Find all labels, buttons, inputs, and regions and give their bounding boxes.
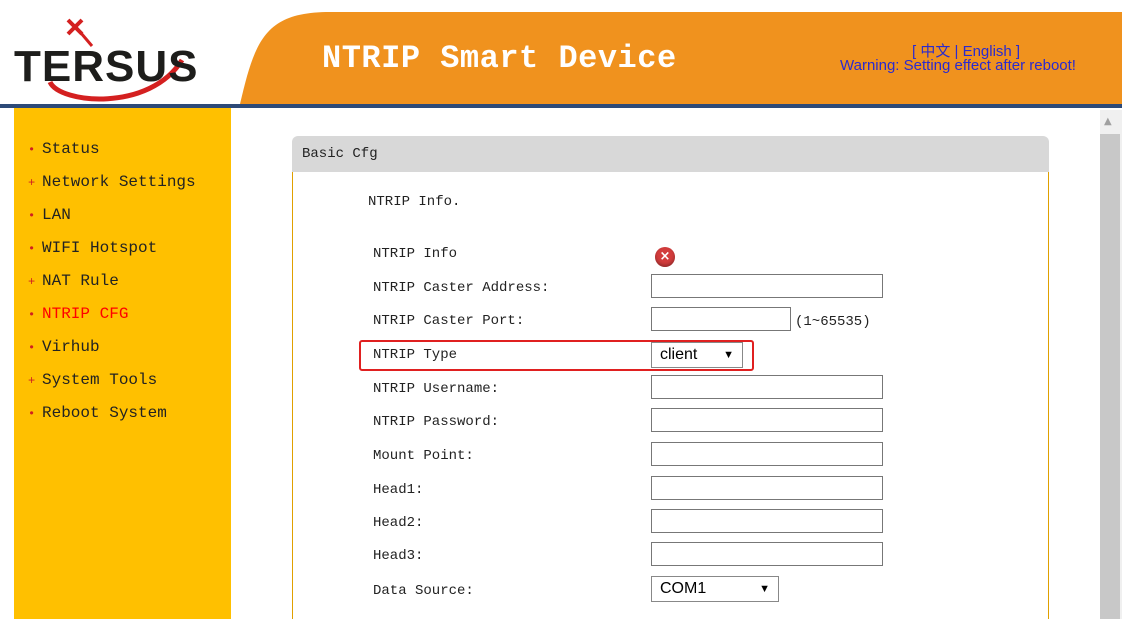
- sidebar-item-status[interactable]: • Status: [28, 140, 196, 173]
- data-source-select[interactable]: COM1 ▼: [651, 576, 779, 602]
- mount-point-label: Mount Point:: [373, 448, 474, 464]
- expand-plus-icon: +: [28, 374, 36, 388]
- logo-text: TERSUS: [14, 42, 199, 91]
- highlight-box: [359, 340, 754, 371]
- sidebar-item-label: LAN: [42, 206, 71, 224]
- scrollbar-thumb[interactable]: [1100, 134, 1120, 619]
- sidebar-item-virhub[interactable]: • Virhub: [28, 338, 196, 371]
- panel-header: Basic Cfg: [292, 136, 1049, 172]
- reboot-warning: Warning: Setting effect after reboot!: [840, 57, 1076, 74]
- expand-plus-icon: +: [28, 275, 36, 289]
- port-range-hint: (1~65535): [795, 314, 871, 330]
- sidebar-item-label: WIFI Hotspot: [42, 239, 158, 257]
- sidebar-item-label: Network Settings: [42, 173, 196, 191]
- data-source-label: Data Source:: [373, 583, 474, 599]
- sidebar-item-nat-rule[interactable]: + NAT Rule: [28, 272, 196, 305]
- head1-input[interactable]: [651, 476, 883, 500]
- bullet-icon: •: [28, 143, 36, 157]
- sidebar-item-lan[interactable]: • LAN: [28, 206, 196, 239]
- bullet-icon: •: [28, 308, 36, 322]
- password-label: NTRIP Password:: [373, 414, 500, 430]
- panel-title: Basic Cfg: [302, 146, 378, 162]
- username-input[interactable]: [651, 375, 883, 399]
- sidebar-item-system-tools[interactable]: + System Tools: [28, 371, 196, 404]
- caster-port-input[interactable]: [651, 307, 791, 331]
- scroll-up-arrow-icon[interactable]: ▲: [1104, 116, 1112, 127]
- sidebar-item-label: NAT Rule: [42, 272, 119, 290]
- sidebar-item-label: Reboot System: [42, 404, 167, 422]
- sidebar-item-label: System Tools: [42, 371, 158, 389]
- head1-label: Head1:: [373, 482, 424, 498]
- sidebar-item-reboot-system[interactable]: • Reboot System: [28, 404, 196, 437]
- data-source-value: COM1: [660, 580, 707, 597]
- sidebar-item-label: NTRIP CFG: [42, 305, 129, 323]
- head2-label: Head2:: [373, 515, 424, 531]
- sidebar-item-label: Virhub: [42, 338, 100, 356]
- error-status-icon: ×: [655, 247, 675, 267]
- sidebar-item-label: Status: [42, 140, 100, 158]
- ntrip-info-label: NTRIP Info: [373, 246, 458, 262]
- caster-port-label: NTRIP Caster Port:: [373, 313, 525, 329]
- password-input[interactable]: [651, 408, 883, 432]
- username-label: NTRIP Username:: [373, 381, 500, 397]
- head3-label: Head3:: [373, 548, 424, 564]
- sidebar-menu: • Status + Network Settings • LAN • WIFI Hot…: [28, 140, 196, 437]
- head3-input[interactable]: [651, 542, 883, 566]
- page-title: NTRIP Smart Device: [322, 40, 677, 77]
- caster-address-input[interactable]: [651, 274, 883, 298]
- expand-plus-icon: +: [28, 176, 36, 190]
- head2-input[interactable]: [651, 509, 883, 533]
- sidebar-item-ntrip-cfg[interactable]: • NTRIP CFG: [28, 305, 196, 338]
- bullet-icon: •: [28, 407, 36, 421]
- section-title: NTRIP Info.: [368, 194, 461, 210]
- bullet-icon: •: [28, 242, 36, 256]
- sidebar-item-network-settings[interactable]: + Network Settings: [28, 173, 196, 206]
- logo-area: TERSUS: [0, 0, 240, 110]
- bullet-icon: •: [28, 341, 36, 355]
- bullet-icon: •: [28, 209, 36, 223]
- sidebar-item-wifi-hotspot[interactable]: • WIFI Hotspot: [28, 239, 196, 272]
- dropdown-arrow-icon: ▼: [759, 583, 770, 595]
- caster-address-label: NTRIP Caster Address:: [373, 280, 550, 296]
- mount-point-input[interactable]: [651, 442, 883, 466]
